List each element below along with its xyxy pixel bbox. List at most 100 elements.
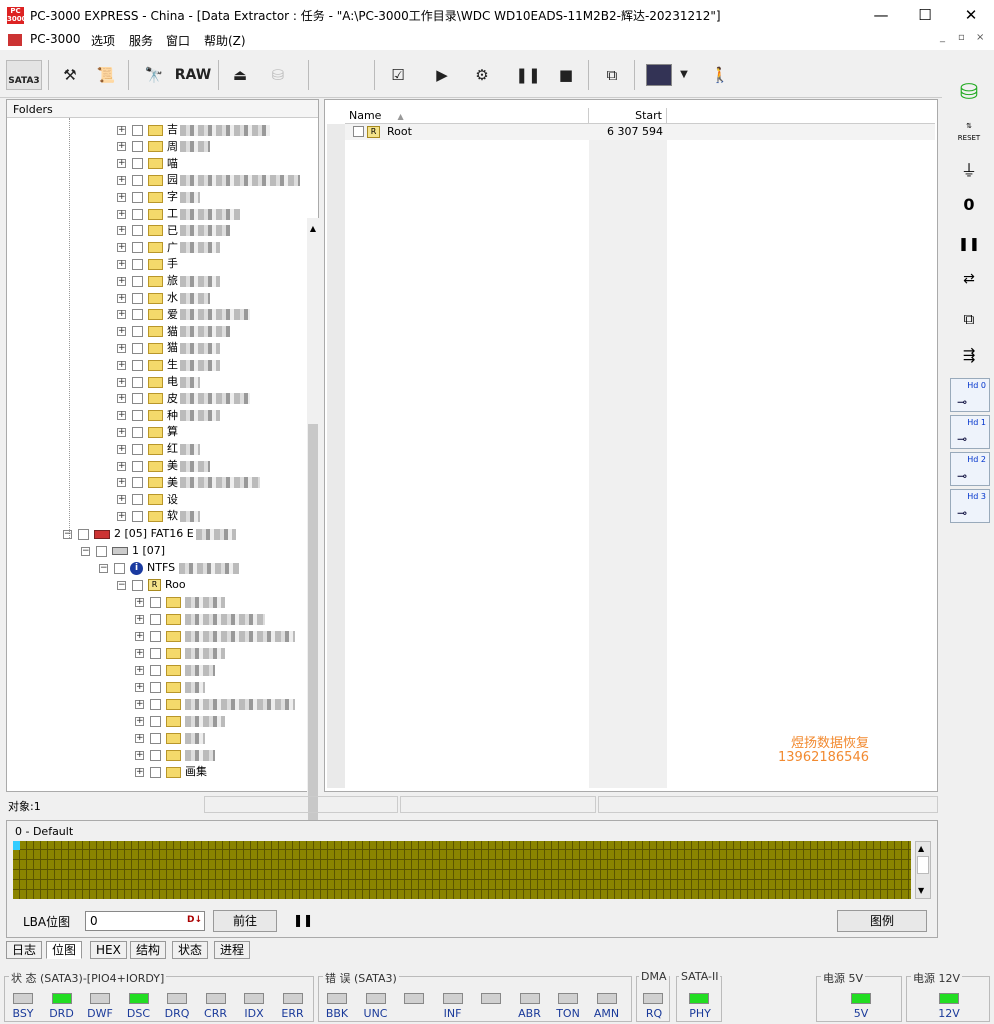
collapse-icon[interactable]: − [63, 529, 72, 539]
expand-icon[interactable]: + [117, 327, 126, 337]
pause-icon[interactable]: ❚❚ [948, 228, 990, 262]
folder-node[interactable]: + 美 [117, 458, 210, 475]
script-icon[interactable]: 📜 [92, 60, 120, 90]
expand-icon[interactable]: + [117, 411, 126, 421]
folder-node[interactable]: + [135, 696, 295, 713]
checkbox[interactable] [132, 242, 143, 254]
checkbox[interactable] [132, 326, 143, 338]
power-icon[interactable]: ⏚ [948, 154, 990, 188]
checkbox[interactable] [150, 681, 161, 693]
checkbox[interactable] [132, 309, 143, 321]
checkbox[interactable] [132, 460, 143, 472]
expand-icon[interactable]: + [135, 699, 144, 709]
checkbox[interactable] [96, 545, 107, 557]
expand-icon[interactable]: + [135, 733, 144, 743]
folder-node[interactable]: + 旅 [117, 273, 220, 290]
checkbox[interactable] [132, 443, 143, 455]
hex-decimal-icon[interactable]: D↓ [187, 915, 202, 925]
folder-node[interactable]: + [135, 713, 225, 730]
pause-icon[interactable]: ❚❚ [293, 913, 313, 927]
expand-icon[interactable]: + [117, 511, 126, 521]
expand-icon[interactable]: + [135, 648, 144, 658]
expand-icon[interactable]: + [117, 377, 126, 387]
checkbox[interactable] [132, 510, 143, 522]
expand-icon[interactable]: + [117, 293, 126, 303]
folder-node[interactable]: + [135, 628, 295, 645]
checkbox[interactable] [132, 174, 143, 186]
expand-icon[interactable]: + [117, 192, 126, 202]
expand-icon[interactable]: + [117, 310, 126, 320]
expand-icon[interactable]: + [135, 750, 144, 760]
expand-icon[interactable]: + [117, 175, 126, 185]
checkbox[interactable] [132, 208, 143, 220]
folder-node[interactable]: + 爱 [117, 307, 250, 324]
folder-node[interactable]: + 美 [117, 475, 260, 492]
tab-status[interactable]: 状态 [172, 941, 209, 959]
checkbox[interactable] [132, 426, 143, 438]
expand-icon[interactable]: + [135, 597, 144, 607]
database-icon[interactable]: ⛁ [948, 76, 990, 110]
name-column-header[interactable]: Name ▲ [345, 108, 589, 124]
tab-structure[interactable]: 结构 [130, 941, 167, 959]
table-row[interactable]: R Root 6 307 594 [345, 124, 935, 140]
folder-node[interactable]: + 吉 [117, 122, 270, 139]
go-button[interactable]: 前往 [213, 910, 277, 932]
expand-icon[interactable]: + [117, 343, 126, 353]
folder-node[interactable]: + 水 [117, 290, 210, 307]
folder-node[interactable]: + [135, 611, 265, 628]
copy-icon[interactable]: ⧉ [598, 60, 626, 90]
ntfs-node[interactable]: − i NTFS [99, 560, 240, 577]
expand-icon[interactable]: + [117, 142, 126, 152]
folder-node[interactable]: + 工 [117, 206, 240, 223]
maximize-button[interactable]: ☐ [902, 0, 948, 30]
checkbox[interactable] [132, 124, 143, 136]
tab-bitmap[interactable]: 位图 [46, 941, 83, 959]
head-0-button[interactable]: Hd 0 ⊸ [950, 378, 990, 412]
menu-options[interactable]: 选项 [91, 32, 115, 49]
checkbox[interactable] [132, 191, 143, 203]
folder-node[interactable]: + 字 [117, 189, 200, 206]
folder-node[interactable]: + 手 [117, 256, 178, 273]
checkbox[interactable] [132, 376, 143, 388]
collapse-icon[interactable]: − [81, 546, 90, 556]
folder-node[interactable]: + 设 [117, 492, 178, 509]
expand-icon[interactable]: + [117, 444, 126, 454]
expand-icon[interactable]: + [117, 394, 126, 404]
checkbox[interactable] [132, 393, 143, 405]
folder-node[interactable]: + [135, 747, 215, 764]
folder-node[interactable]: + 生 [117, 357, 220, 374]
head-1-button[interactable]: Hd 1 ⊸ [950, 415, 990, 449]
scroll-down-icon[interactable]: ▼ [918, 886, 924, 895]
expand-icon[interactable]: + [117, 478, 126, 488]
folder-node[interactable]: + 红 [117, 441, 200, 458]
expand-icon[interactable]: + [117, 276, 126, 286]
task-icon[interactable]: ☑ [384, 60, 412, 90]
collapse-icon[interactable]: − [99, 563, 108, 573]
scroll-thumb[interactable] [917, 856, 929, 874]
checkbox[interactable] [150, 613, 161, 625]
checkbox[interactable] [132, 225, 143, 237]
copy-disk-icon[interactable]: ⛁ [264, 60, 292, 90]
checkbox[interactable] [132, 141, 143, 153]
expand-icon[interactable]: + [117, 226, 126, 236]
start-column-header[interactable]: Start [589, 108, 667, 124]
tree-vertical-scrollbar[interactable]: ▲ ▼ [307, 218, 319, 878]
folder-node[interactable]: + [135, 679, 205, 696]
checkbox[interactable] [132, 158, 143, 170]
folder-node[interactable]: + 广 [117, 240, 220, 257]
head-2-button[interactable]: Hd 2 ⊸ [950, 452, 990, 486]
pause-icon[interactable]: ❚❚ [514, 60, 542, 90]
expand-icon[interactable]: + [117, 427, 126, 437]
tab-log[interactable]: 日志 [6, 941, 43, 959]
checkbox[interactable] [150, 715, 161, 727]
checkbox[interactable] [132, 258, 143, 270]
folder-node[interactable]: + 画集 [135, 764, 207, 781]
zero-button[interactable]: 0 [948, 188, 990, 222]
folder-node[interactable]: + 园 [117, 172, 300, 189]
map-scrollbar[interactable]: ▲ ▼ [915, 841, 931, 899]
expand-icon[interactable]: + [117, 209, 126, 219]
checkbox[interactable] [132, 579, 143, 591]
checkbox[interactable] [150, 749, 161, 761]
connector-icon[interactable]: ⇶ [948, 338, 990, 372]
raw-button[interactable]: RAW [174, 60, 212, 90]
